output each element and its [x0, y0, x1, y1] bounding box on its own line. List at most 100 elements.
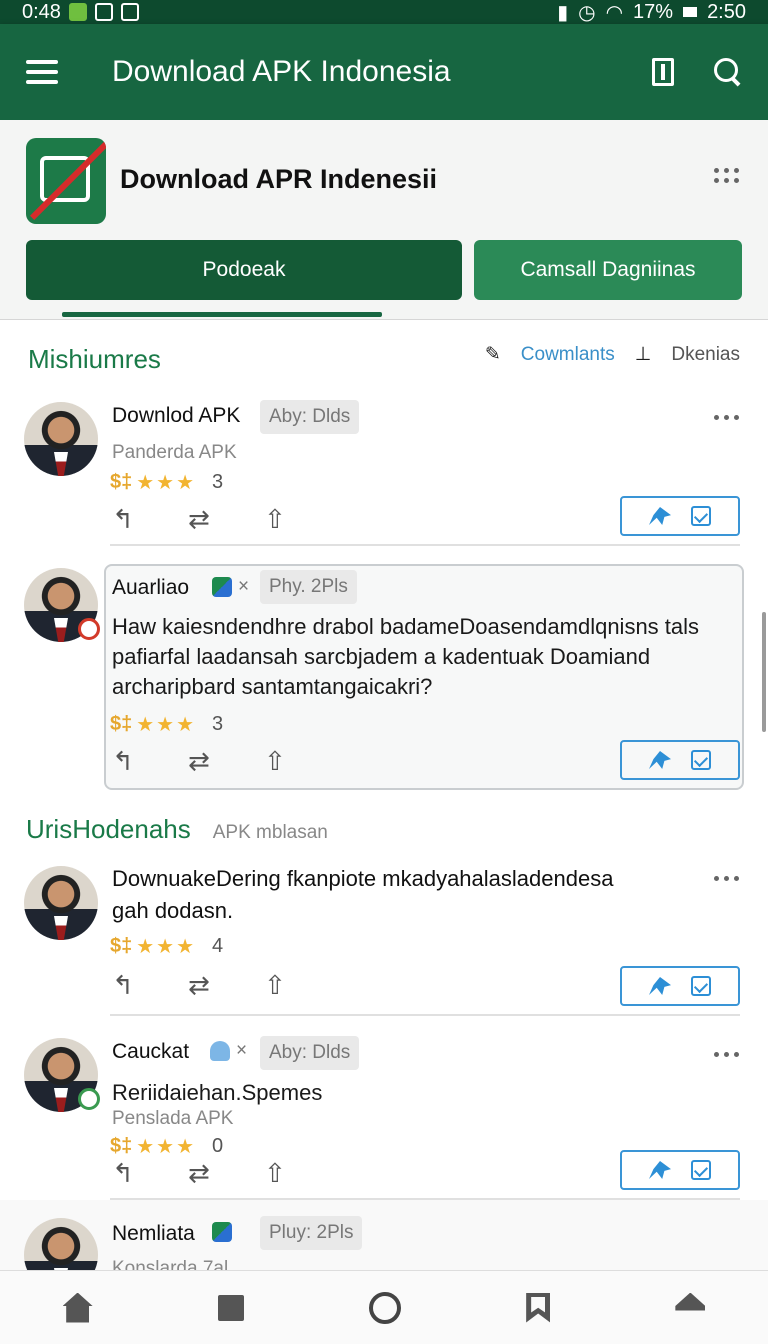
bookmark-icon[interactable]	[526, 1292, 551, 1323]
repost-icon[interactable]	[188, 746, 214, 777]
filter-comments[interactable]: Cowmlants	[521, 344, 615, 366]
post-subtitle: Penslada APK	[112, 1108, 234, 1129]
more-options-icon[interactable]	[714, 168, 739, 183]
repost-icon[interactable]	[188, 504, 214, 535]
star-rating: ★★★	[136, 714, 197, 736]
avatar[interactable]	[24, 866, 98, 940]
pin-save-button[interactable]	[620, 496, 740, 536]
status-badge	[78, 1088, 100, 1110]
repost-icon[interactable]	[188, 1158, 214, 1189]
source-badge	[212, 1222, 232, 1242]
price-icon: $‡	[110, 1135, 133, 1157]
source-badge: ×	[210, 1040, 247, 1062]
status-clock: 2:50	[707, 0, 746, 23]
section-subtitle: APK mblasan	[212, 822, 328, 843]
star-rating: ★★★	[136, 472, 197, 494]
battery-level: 17%	[633, 0, 674, 23]
price-icon: $‡	[110, 935, 133, 957]
post-author[interactable]: DownuakeDering fkanpiote mkadyahalaslade…	[112, 866, 702, 892]
reply-icon[interactable]	[112, 1158, 138, 1189]
alarm-icon: ◷	[578, 1, 596, 24]
status-bar: 0:48 ▮ ◷ ◠ 17% 2:50	[0, 0, 768, 24]
post-body: Reriidaiehan.Spemes	[112, 1080, 323, 1105]
price-icon: $‡	[110, 713, 133, 735]
circle-icon[interactable]	[368, 1291, 401, 1324]
upload-icon[interactable]	[675, 1292, 706, 1311]
avatar[interactable]	[24, 1038, 100, 1112]
pin-save-button[interactable]	[620, 1150, 740, 1190]
section-header: Mishiumres	[28, 344, 161, 375]
post-author[interactable]: Auarliao	[112, 576, 189, 600]
person-filter-icon[interactable]: ⊥	[635, 343, 652, 366]
app-logo-icon	[26, 138, 106, 224]
check-icon	[691, 976, 711, 996]
more-options-icon[interactable]	[714, 415, 739, 420]
notification-icon	[94, 3, 113, 21]
secondary-button[interactable]: Camsall Dagniinas	[474, 240, 742, 300]
app-bar: Download APK Indonesia	[0, 24, 768, 120]
more-options-icon[interactable]	[714, 876, 739, 881]
scrollbar[interactable]	[762, 612, 766, 732]
app-name: Download APR Indenesii	[120, 164, 438, 194]
status-time: 0:48	[22, 0, 61, 23]
rating: $‡ ★★★ 4	[110, 934, 223, 959]
pin-icon	[649, 977, 671, 995]
post-author[interactable]: Cauckat	[112, 1040, 189, 1064]
tab-indicator	[62, 312, 382, 317]
bookmark-icon[interactable]	[652, 58, 674, 86]
person-icon	[210, 1041, 230, 1061]
section-filters: ✎ Cowmlants ⊥ Dkenias	[485, 343, 740, 366]
divider	[110, 544, 740, 546]
share-icon[interactable]	[264, 1158, 290, 1189]
post-author[interactable]: Nemliata	[112, 1222, 195, 1246]
avatar[interactable]	[24, 402, 98, 476]
reply-icon[interactable]	[112, 970, 138, 1001]
post-author-continued: gah dodasn.	[112, 898, 234, 923]
app-icon	[212, 577, 232, 597]
status-badge	[78, 618, 100, 640]
wifi-icon: ◠	[605, 1, 624, 24]
avatar[interactable]	[24, 568, 100, 642]
post-actions	[112, 504, 290, 535]
search-icon[interactable]	[714, 58, 742, 86]
more-options-icon[interactable]	[714, 1052, 739, 1057]
reply-icon[interactable]	[112, 746, 138, 777]
rating: $‡ ★★★ 3	[110, 712, 223, 737]
home-icon[interactable]	[62, 1292, 93, 1323]
post-subtitle: Panderda APK	[112, 442, 237, 463]
source-badge: ×	[212, 576, 249, 598]
notification-icon	[68, 3, 87, 21]
section-title: Mishiumres	[28, 344, 161, 374]
reply-icon[interactable]	[112, 504, 138, 535]
share-icon[interactable]	[264, 504, 290, 535]
notification-icon	[120, 3, 139, 21]
check-icon	[691, 506, 711, 526]
bottom-navigation	[0, 1270, 768, 1344]
share-icon[interactable]	[264, 746, 290, 777]
repost-icon[interactable]	[188, 970, 214, 1001]
pin-icon	[649, 507, 671, 525]
post-author[interactable]: Downlod APK	[112, 404, 240, 428]
post-tag: Pluy: 2Pls	[260, 1216, 363, 1250]
pin-save-button[interactable]	[620, 740, 740, 780]
comment-filter-icon[interactable]: ✎	[485, 343, 501, 366]
post-body: Haw kaiesndendhre drabol badameDoasendam…	[112, 614, 700, 699]
menu-icon[interactable]	[26, 60, 58, 84]
post-actions	[112, 970, 290, 1001]
star-rating: ★★★	[136, 936, 197, 958]
square-icon[interactable]	[217, 1294, 244, 1321]
divider	[110, 1014, 740, 1016]
primary-button[interactable]: Podoeak	[26, 240, 462, 300]
share-icon[interactable]	[264, 970, 290, 1001]
pin-save-button[interactable]	[620, 966, 740, 1006]
check-icon	[691, 1160, 711, 1180]
post-tag: Aby: Dlds	[260, 400, 360, 434]
vibrate-icon: ▮	[557, 1, 569, 24]
pin-icon	[649, 1161, 671, 1179]
battery-icon	[683, 7, 698, 17]
filter-downloads[interactable]: Dkenias	[671, 344, 740, 366]
rating-count: 3	[212, 713, 224, 735]
price-icon: $‡	[110, 471, 133, 493]
post-actions	[112, 1158, 290, 1189]
post-actions	[112, 746, 290, 777]
